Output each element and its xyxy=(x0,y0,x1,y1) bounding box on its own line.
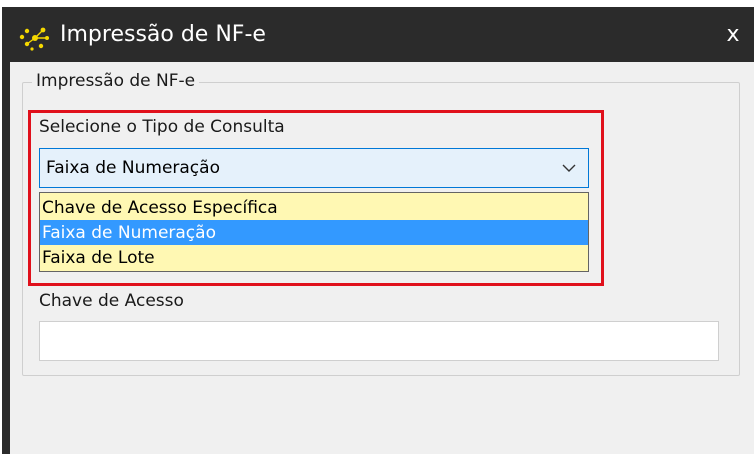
query-type-label: Selecione o Tipo de Consulta xyxy=(39,117,285,137)
access-key-input[interactable] xyxy=(39,321,719,361)
dropdown-option-faixa-numeracao[interactable]: Faixa de Numeração xyxy=(40,220,588,246)
chevron-down-icon[interactable] xyxy=(562,163,576,173)
title-bar[interactable]: Impressão de NF-e x xyxy=(2,7,754,62)
close-button[interactable]: x xyxy=(720,21,746,49)
group-title: Impressão de NF-e xyxy=(32,70,200,92)
query-type-combobox[interactable]: Faixa de Numeração xyxy=(39,148,589,188)
dropdown-option-chave-especifica[interactable]: Chave de Acesso Específica xyxy=(40,195,588,221)
query-type-dropdown-list: Chave de Acesso Específica Faixa de Nume… xyxy=(39,192,589,272)
dropdown-option-faixa-lote[interactable]: Faixa de Lote xyxy=(40,245,588,271)
window-title: Impressão de NF-e xyxy=(60,22,266,47)
nfe-sparkle-icon xyxy=(19,27,49,51)
combobox-selected-value: Faixa de Numeração xyxy=(46,158,220,178)
access-key-label: Chave de Acesso xyxy=(39,291,184,311)
